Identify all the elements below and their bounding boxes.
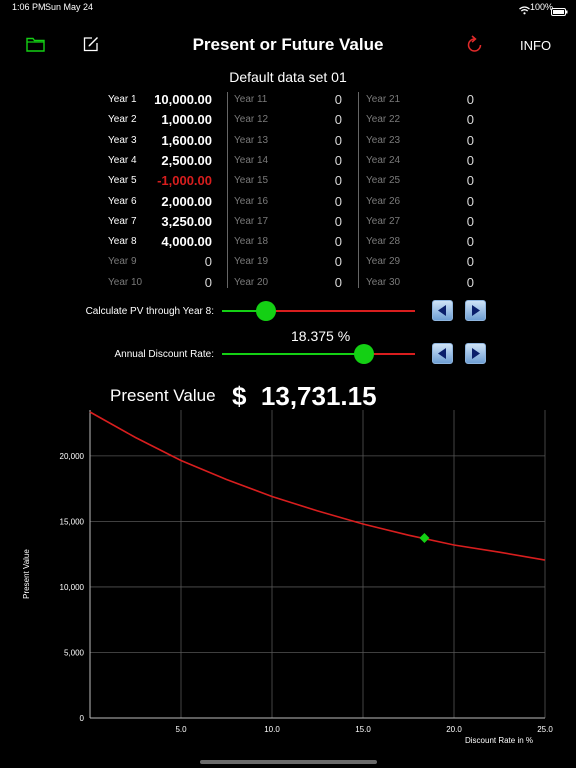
current-rate-marker	[419, 533, 430, 544]
year-label: Year 16	[234, 195, 269, 207]
year-label: Year 25	[366, 175, 401, 187]
y-tick-label: 5,000	[64, 648, 85, 657]
years-increase-button[interactable]	[465, 300, 486, 321]
year-value-field[interactable]: 2,500.00	[148, 153, 212, 168]
year-label: Year 10	[108, 276, 143, 288]
year-label: Year 26	[366, 195, 401, 207]
present-value-curve	[89, 411, 546, 561]
year-value-field[interactable]: 0	[300, 92, 342, 107]
year-value-field[interactable]: 0	[432, 173, 474, 188]
battery-percent: 100%	[530, 2, 554, 12]
x-tick-label: 15.0	[355, 725, 371, 734]
year-label: Year 24	[366, 154, 401, 166]
year-label: Year 5	[108, 175, 137, 187]
discount-rate-value: 18.375 %	[291, 328, 351, 344]
year-label: Year 28	[366, 236, 401, 248]
year-value-field[interactable]: 0	[432, 275, 474, 290]
year-label: Year 14	[234, 154, 269, 166]
year-label: Year 29	[366, 256, 401, 268]
rate-slider-thumb[interactable]	[353, 344, 374, 364]
status-time: 1:06 PM	[12, 2, 46, 12]
year-label: Year 7	[108, 215, 137, 227]
year-value-field[interactable]: 0	[300, 214, 342, 229]
year-value-field[interactable]: 4,000.00	[148, 234, 212, 249]
year-value-field[interactable]: 1,000.00	[148, 112, 212, 127]
x-axis-label: Discount Rate in %	[465, 736, 533, 745]
year-label: Year 12	[234, 114, 269, 126]
wifi-icon	[519, 2, 530, 20]
year-label: Year 23	[366, 134, 401, 146]
years-slider-thumb[interactable]	[256, 301, 277, 321]
year-value-field[interactable]: 0	[432, 234, 474, 249]
x-tick-label: 25.0	[537, 725, 553, 734]
year-value-field[interactable]: 0	[432, 133, 474, 148]
refresh-icon[interactable]	[466, 35, 483, 59]
y-tick-label: 0	[80, 714, 85, 723]
year-label: Year 30	[366, 276, 401, 288]
year-label: Year 17	[234, 215, 269, 227]
year-value-field[interactable]: 0	[300, 275, 342, 290]
year-label: Year 20	[234, 276, 269, 288]
rate-slider-label: Annual Discount Rate:	[114, 349, 214, 360]
home-indicator	[200, 760, 377, 764]
present-value-chart: 5.0 10.0 15.0 20.0 25.0 0 5,000 10,000 15,000 20,…	[22, 410, 553, 745]
year-value-field[interactable]: 3,250.00	[148, 214, 212, 229]
years-slider-track[interactable]	[266, 310, 415, 312]
year-label: Year 8	[108, 236, 137, 248]
status-date: Sun May 24	[45, 2, 94, 12]
year-label: Year 15	[234, 175, 269, 187]
y-tick-label: 15,000	[60, 517, 85, 526]
year-label: Year 27	[366, 215, 401, 227]
y-tick-label: 20,000	[60, 452, 85, 461]
dataset-title: Default data set 01	[229, 69, 347, 85]
x-tick-label: 5.0	[175, 725, 187, 734]
year-label: Year 13	[234, 134, 269, 146]
year-value-field[interactable]: 10,000.00	[148, 92, 212, 107]
page-title: Present or Future Value	[192, 35, 384, 54]
year-label: Year 2	[108, 114, 137, 126]
year-value-field[interactable]: 0	[148, 275, 212, 290]
rate-decrease-button[interactable]	[432, 343, 453, 364]
years-decrease-button[interactable]	[432, 300, 453, 321]
battery-icon	[551, 3, 568, 21]
year-value-field[interactable]: 0	[432, 254, 474, 269]
year-value-field[interactable]: 0	[300, 133, 342, 148]
year-value-field[interactable]: 0	[432, 112, 474, 127]
x-tick-label: 20.0	[446, 725, 462, 734]
rate-slider-track-filled[interactable]	[222, 353, 364, 355]
year-value-field[interactable]: 0	[432, 194, 474, 209]
rate-increase-button[interactable]	[465, 343, 486, 364]
years-slider-label: Calculate PV through Year 8:	[85, 306, 214, 317]
year-value-field[interactable]: 1,600.00	[148, 133, 212, 148]
year-value-field[interactable]: 0	[432, 92, 474, 107]
year-value-field[interactable]: 0	[300, 153, 342, 168]
info-button[interactable]: INFO	[520, 38, 551, 53]
year-label: Year 1	[108, 94, 137, 105]
year-label: Year 22	[366, 114, 401, 126]
y-tick-label: 10,000	[60, 583, 85, 592]
year-value-field[interactable]: 0	[300, 254, 342, 269]
x-tick-label: 10.0	[264, 725, 280, 734]
year-label: Year 19	[234, 256, 269, 268]
year-label: Year 4	[108, 154, 137, 166]
column-divider	[358, 92, 359, 288]
year-value-field[interactable]: 0	[148, 254, 212, 269]
year-label: Year 9	[108, 256, 137, 268]
year-value-field[interactable]: 0	[432, 214, 474, 229]
year-value-field[interactable]: 0	[300, 234, 342, 249]
year-label: Year 3	[108, 134, 137, 146]
y-axis-label: Present Value	[22, 549, 31, 599]
year-label: Year 18	[234, 236, 269, 248]
year-label: Year 6	[108, 195, 137, 207]
year-value-field[interactable]: 0	[300, 194, 342, 209]
year-value-field[interactable]: 2,000.00	[148, 194, 212, 209]
year-value-field[interactable]: 0	[300, 112, 342, 127]
year-value-field[interactable]: 0	[432, 153, 474, 168]
column-divider	[227, 92, 228, 288]
year-value-field[interactable]: 0	[300, 173, 342, 188]
year-label: Year 11	[234, 94, 268, 105]
present-value-label: Present Value	[110, 386, 216, 405]
year-label: Year 21	[366, 94, 401, 105]
year-value-field[interactable]: -1,000.00	[148, 173, 212, 188]
